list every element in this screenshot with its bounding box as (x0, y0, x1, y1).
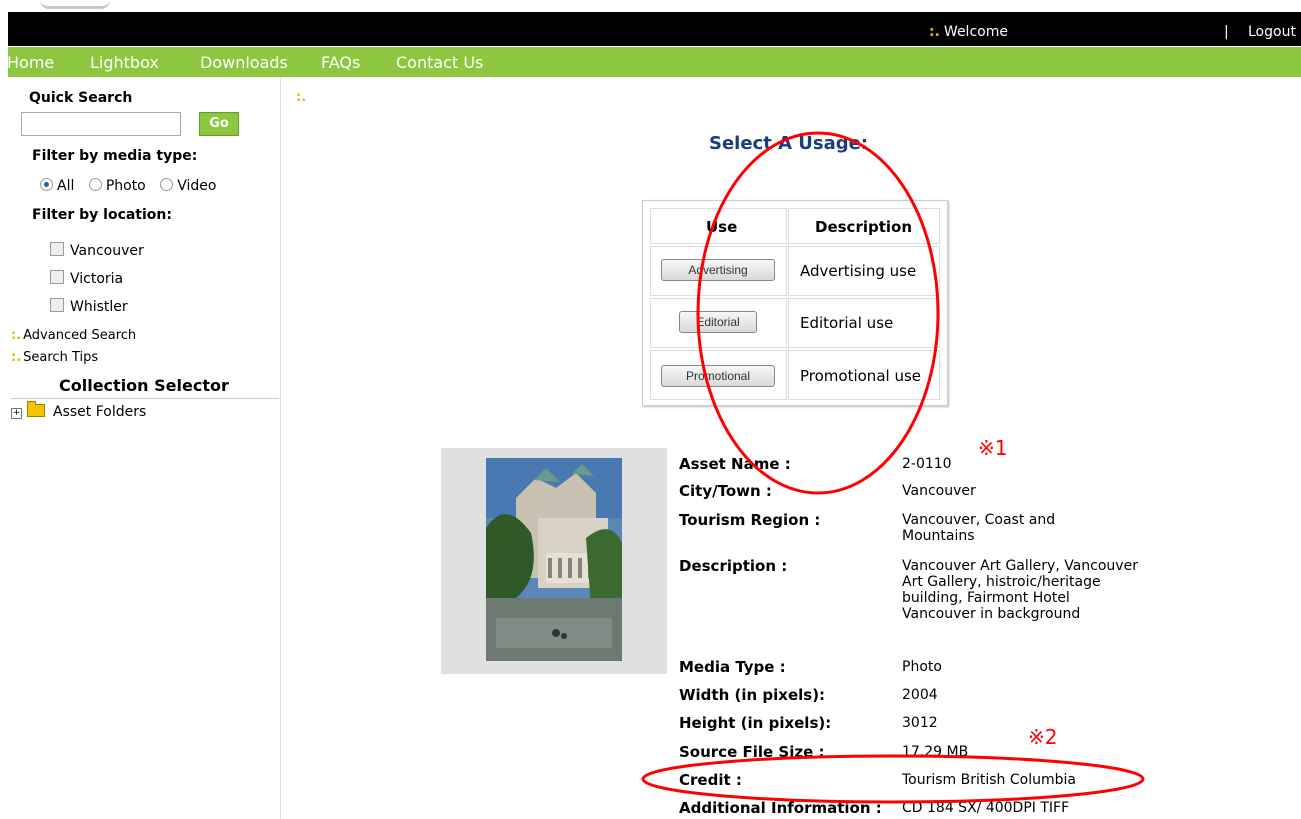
radio-photo[interactable] (88, 178, 102, 191)
location-label: Whistler (70, 299, 128, 315)
additional-info-value: CD 184 SX/ 400DPI TIFF (902, 800, 1070, 816)
radio-all[interactable] (40, 178, 53, 191)
asset-name-label: Asset Name : (679, 455, 791, 473)
radio-label-all: All (57, 178, 75, 194)
search-tips-link[interactable]: :. Search Tips (11, 350, 98, 365)
asset-folders-label: Asset Folders (53, 404, 147, 420)
checkbox-icon[interactable] (50, 270, 64, 284)
bullet-icon: :. (929, 24, 940, 40)
welcome-text: :. Welcome (929, 24, 1008, 40)
expand-icon[interactable]: + (11, 408, 22, 419)
header-cell-use: Use (650, 208, 787, 244)
asset-thumbnail-image[interactable] (486, 458, 622, 661)
media-type-radios: All Photo Video (40, 178, 226, 194)
height-label: Height (in pixels): (679, 714, 832, 732)
file-size-value: 17.29 MB (902, 744, 969, 760)
bullet-icon: :. (11, 328, 22, 343)
editorial-description: Editorial use (800, 314, 894, 332)
divider (11, 398, 279, 399)
editorial-button[interactable]: Editorial (679, 311, 757, 333)
use-cell: Promotional (650, 350, 787, 400)
description-cell: Advertising use (788, 246, 940, 296)
nav-faqs[interactable]: FAQs (321, 53, 360, 72)
width-label: Width (in pixels): (679, 686, 826, 704)
advertising-description: Advertising use (800, 262, 917, 280)
top-strip (0, 0, 1301, 12)
city-label: City/Town : (679, 482, 772, 500)
location-filter-title: Filter by location: (32, 207, 172, 223)
usage-title: Select A Usage: (709, 133, 869, 154)
search-tips-label: Search Tips (23, 350, 99, 365)
usage-table: Use Description Advertising Advertising … (642, 200, 948, 406)
header-cell-description: Description (788, 208, 940, 244)
credit-value: Tourism British Columbia (902, 772, 1076, 788)
search-input[interactable] (21, 112, 181, 136)
logout-link[interactable]: Logout (1248, 24, 1296, 40)
region-value: Vancouver, Coast and Mountains (902, 512, 1056, 544)
location-label: Victoria (70, 271, 124, 287)
location-label: Vancouver (70, 243, 144, 259)
location-whistler[interactable]: Whistler (50, 298, 128, 315)
description-value: Vancouver Art Gallery, Vancouver Art Gal… (902, 558, 1138, 622)
quick-search-title: Quick Search (29, 90, 133, 106)
advanced-search-label: Advanced Search (23, 328, 137, 343)
asset-thumbnail-frame (441, 448, 667, 674)
additional-info-label: Additional Information : (679, 799, 882, 817)
checkbox-icon[interactable] (50, 242, 64, 256)
nav-home[interactable]: Home (7, 53, 54, 72)
media-filter-title: Filter by media type: (32, 148, 198, 164)
header-separator: | (1224, 24, 1229, 40)
checkbox-icon[interactable] (50, 298, 64, 312)
height-value: 3012 (902, 715, 938, 731)
annotation-note-2: ※2 (1028, 725, 1058, 749)
collection-selector-title: Collection Selector (59, 376, 229, 395)
description-cell: Editorial use (788, 298, 940, 348)
bullet-icon: :. (11, 350, 22, 365)
promotional-description: Promotional use (800, 367, 921, 385)
radio-label-photo: Photo (105, 178, 146, 194)
promotional-button[interactable]: Promotional (661, 365, 775, 387)
advanced-search-link[interactable]: :. Advanced Search (11, 328, 136, 343)
radio-label-video: Video (177, 178, 217, 194)
use-cell: Advertising (650, 246, 787, 296)
file-size-label: Source File Size : (679, 743, 825, 761)
folder-icon (27, 401, 45, 417)
region-label: Tourism Region : (679, 511, 821, 529)
annotation-note-1: ※1 (978, 436, 1008, 460)
main-nav: Home Lightbox Downloads FAQs Contact Us (7, 47, 1301, 77)
nav-contact-us[interactable]: Contact Us (396, 53, 483, 72)
location-vancouver[interactable]: Vancouver (50, 242, 144, 259)
media-type-value: Photo (902, 659, 942, 675)
city-value: Vancouver (902, 483, 976, 499)
credit-label: Credit : (679, 771, 742, 789)
go-button[interactable]: Go (199, 112, 239, 136)
welcome-label: Welcome (943, 24, 1008, 40)
nav-downloads[interactable]: Downloads (200, 53, 288, 72)
nav-lightbox[interactable]: Lightbox (90, 53, 159, 72)
header-bar: :. Welcome | Logout (8, 12, 1301, 46)
column-header-description: Description (815, 218, 913, 236)
use-cell: Editorial (650, 298, 787, 348)
asset-name-value: 2-0110 (902, 456, 952, 472)
breadcrumb-bullet-icon: :. (296, 90, 307, 105)
column-header-use: Use (706, 218, 738, 236)
width-value: 2004 (902, 687, 938, 703)
description-label: Description : (679, 557, 788, 575)
description-cell: Promotional use (788, 350, 940, 400)
advertising-button[interactable]: Advertising (661, 259, 775, 281)
logo-fragment (40, 0, 110, 9)
asset-folders-node[interactable]: + Asset Folders (11, 401, 147, 420)
radio-video[interactable] (160, 178, 174, 191)
location-victoria[interactable]: Victoria (50, 270, 123, 287)
media-type-label: Media Type : (679, 658, 786, 676)
